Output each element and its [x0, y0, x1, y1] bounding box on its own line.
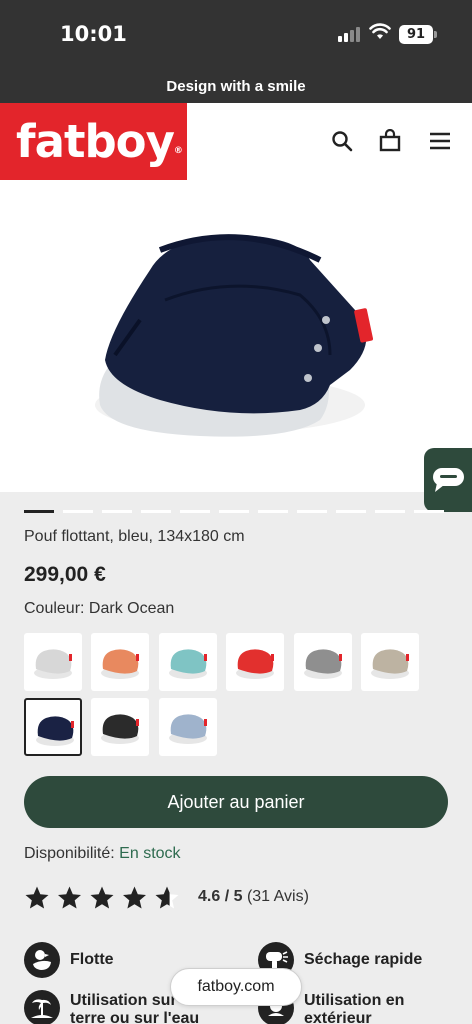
fatboy-logo[interactable]: fatboy® — [0, 103, 187, 180]
carousel-dot[interactable] — [63, 510, 93, 513]
availability-value: En stock — [119, 845, 181, 862]
color-swatch[interactable] — [361, 633, 419, 691]
menu-icon[interactable] — [428, 129, 452, 153]
search-icon[interactable] — [330, 129, 354, 153]
feature-label-outdoor: Utilisation en extérieur — [304, 992, 405, 1024]
url-bar[interactable]: fatboy.com — [170, 968, 302, 1006]
availability: Disponibilité: En stock — [24, 845, 181, 863]
color-swatch[interactable] — [293, 633, 352, 691]
carousel-dot[interactable] — [180, 510, 210, 513]
color-label: Couleur: Dark Ocean — [24, 600, 175, 617]
review-count: (31 Avis) — [246, 888, 309, 905]
carousel-dot[interactable] — [336, 510, 366, 513]
product-image[interactable] — [0, 180, 472, 492]
color-swatch[interactable] — [158, 698, 217, 756]
chat-bubble-icon — [433, 468, 464, 492]
rating-text[interactable]: 4.6 / 5 (31 Avis) — [198, 888, 309, 906]
product-title: Pouf flottant, bleu, 134x180 cm — [24, 528, 245, 545]
star-icon — [58, 886, 81, 909]
carousel-dot[interactable] — [102, 510, 132, 513]
shopping-bag-icon[interactable] — [378, 129, 402, 153]
image-carousel-indicator[interactable] — [24, 510, 448, 513]
star-icon — [123, 886, 146, 909]
duck-icon — [24, 942, 60, 978]
feature-label-floats: Flotte — [70, 951, 114, 968]
wifi-icon — [369, 23, 391, 39]
star-icon — [155, 886, 179, 909]
rating-score: 4.6 / 5 — [198, 888, 243, 905]
feature-label-quick-dry: Séchage rapide — [304, 951, 423, 968]
star-icon — [25, 886, 49, 909]
color-swatch[interactable] — [24, 633, 82, 691]
color-swatch[interactable] — [158, 633, 217, 691]
color-swatch[interactable] — [91, 698, 150, 756]
carousel-dot[interactable] — [24, 510, 54, 513]
color-swatch[interactable] — [91, 633, 150, 691]
availability-label: Disponibilité: — [24, 845, 115, 862]
product-price: 299,00 € — [24, 563, 106, 586]
status-time: 10:01 — [60, 22, 127, 46]
add-to-cart-button[interactable]: Ajouter au panier — [24, 776, 448, 828]
carousel-dot[interactable] — [375, 510, 405, 513]
carousel-dot[interactable] — [141, 510, 171, 513]
site-header: fatboy® — [0, 103, 472, 180]
promo-banner: Design with a smile — [0, 70, 472, 103]
color-swatch[interactable] — [24, 698, 82, 756]
color-swatch[interactable] — [226, 633, 285, 691]
carousel-dot[interactable] — [258, 510, 288, 513]
cellular-signal-icon — [338, 26, 362, 42]
carousel-dot[interactable] — [219, 510, 249, 513]
carousel-dot[interactable] — [414, 510, 444, 513]
rating-stars[interactable] — [24, 883, 189, 913]
carousel-dot[interactable] — [297, 510, 327, 513]
chat-widget-button[interactable] — [424, 448, 472, 512]
status-bar: 10:01 91 — [0, 0, 472, 70]
battery-indicator: 91 — [399, 25, 437, 44]
star-icon — [90, 886, 114, 909]
island-icon — [24, 990, 60, 1024]
